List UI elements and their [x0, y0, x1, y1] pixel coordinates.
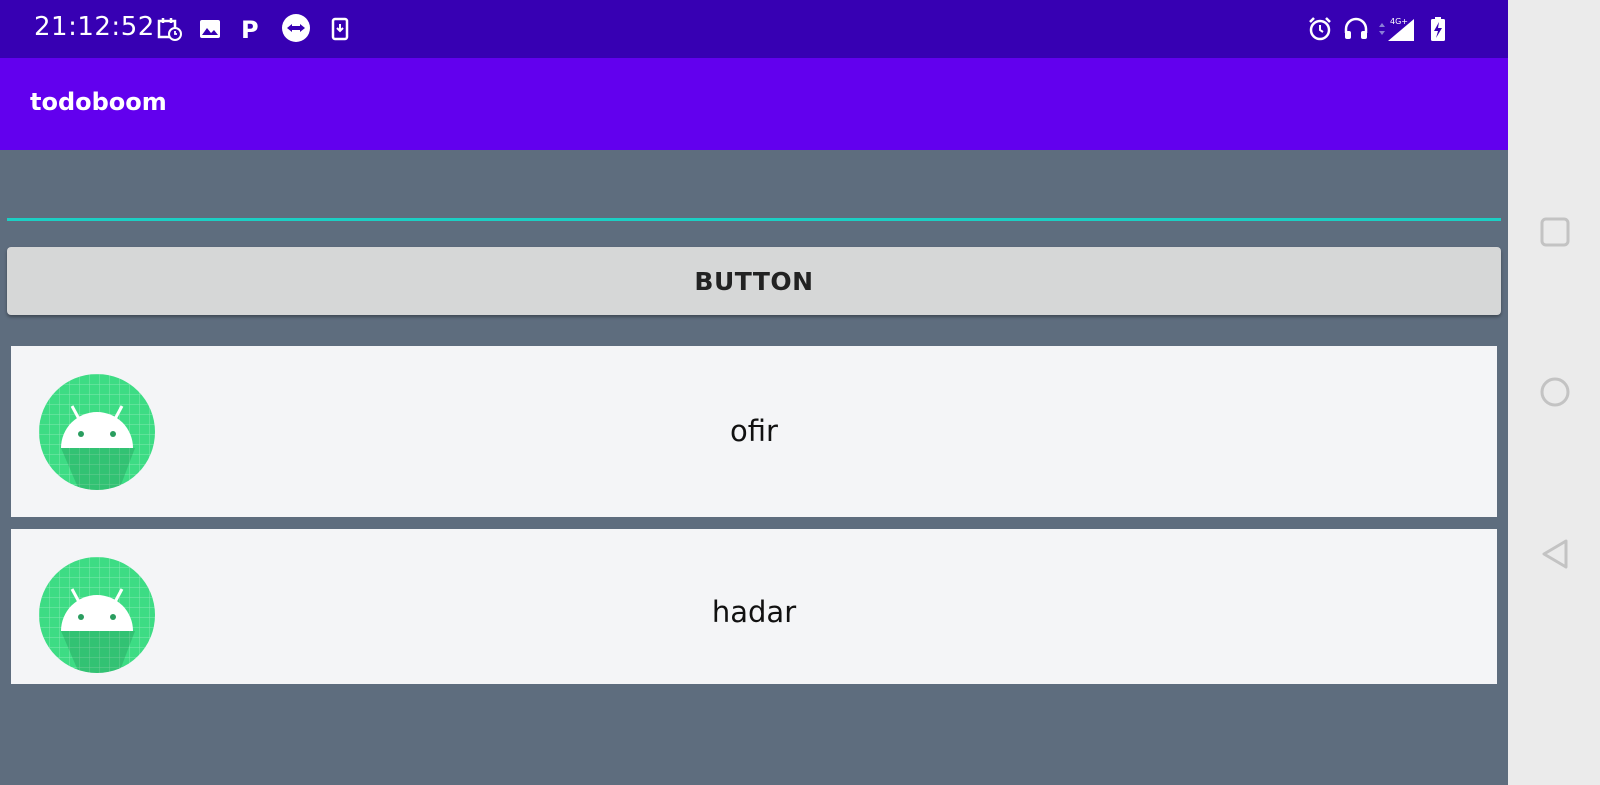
input-underline	[7, 218, 1501, 221]
navigation-bar	[1508, 0, 1600, 785]
status-time: 21:12:52	[34, 12, 155, 42]
app-screen: 21:12:52 P 4G+ todoboom BUTTON ofir hada…	[0, 0, 1508, 785]
back-icon[interactable]	[1533, 532, 1577, 576]
list-item[interactable]: hadar	[11, 529, 1497, 684]
app-bar: todoboom	[0, 58, 1508, 150]
svg-text:P: P	[241, 16, 259, 43]
network-label: 4G+	[1390, 17, 1408, 26]
list-item-text: hadar	[711, 595, 797, 629]
image-icon	[200, 20, 220, 38]
app-title: todoboom	[30, 88, 167, 116]
signal-4g-icon: 4G+	[1379, 17, 1414, 41]
add-button[interactable]: BUTTON	[7, 247, 1501, 315]
calendar-clock-icon	[157, 18, 182, 41]
recent-apps-icon[interactable]	[1533, 210, 1577, 254]
home-icon[interactable]	[1533, 370, 1577, 414]
battery-charging-icon	[1431, 17, 1445, 41]
list-item[interactable]: ofir	[11, 346, 1497, 517]
download-icon	[331, 17, 349, 41]
headphones-icon	[1344, 17, 1368, 39]
status-bar: 21:12:52 P 4G+	[0, 0, 1508, 58]
alarm-icon	[1309, 17, 1331, 41]
teamviewer-icon	[282, 14, 310, 42]
list-item-text: ofir	[730, 414, 778, 448]
parking-icon: P	[241, 16, 259, 43]
todo-input[interactable]	[7, 170, 1505, 218]
